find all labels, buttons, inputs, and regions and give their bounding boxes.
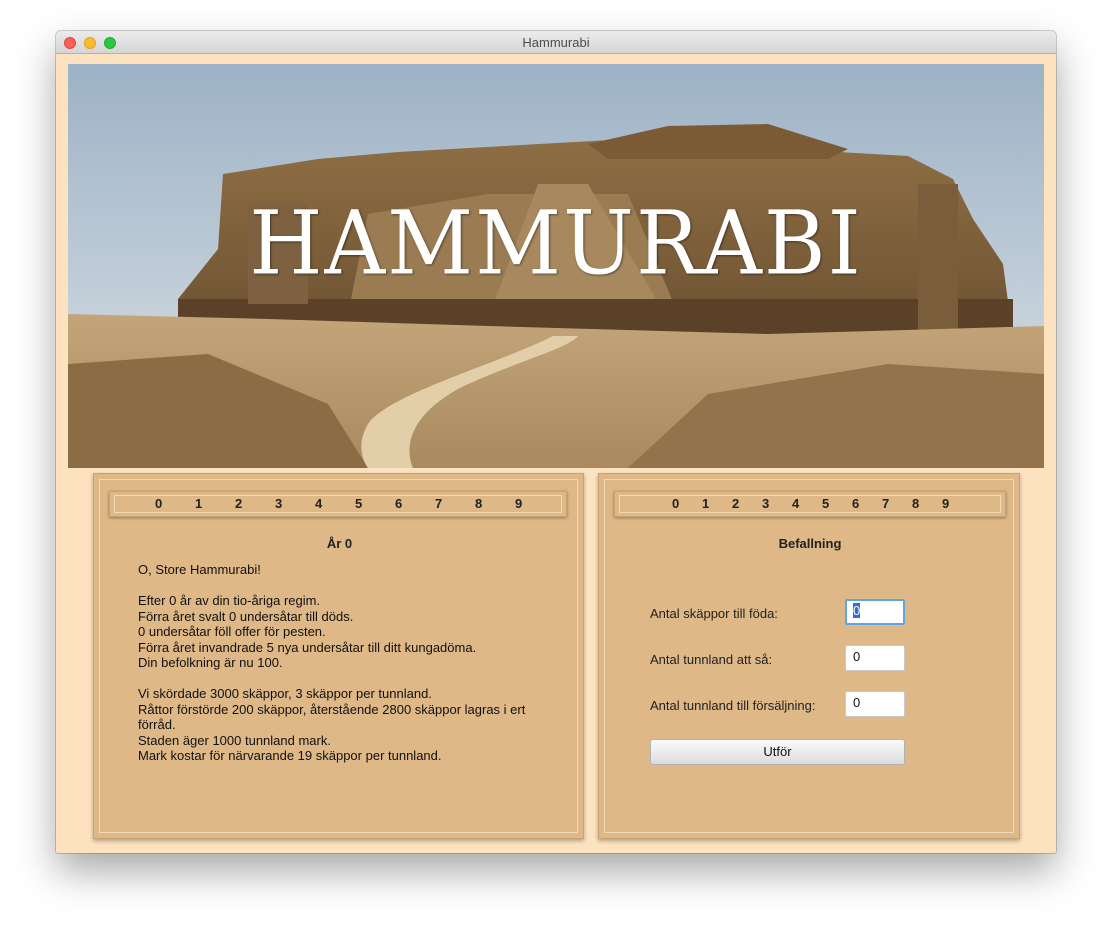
- year-digit: 4: [315, 496, 323, 511]
- year-digit: 7: [882, 496, 890, 511]
- food-input[interactable]: 0: [845, 599, 905, 625]
- window-title: Hammurabi: [522, 35, 590, 50]
- report-population: Efter 0 år av din tio-åriga regim. Förra…: [138, 593, 477, 670]
- year-digit: 1: [195, 496, 203, 511]
- sow-label: Antal tunnland att så:: [650, 652, 773, 667]
- food-input-value: 0: [853, 603, 861, 618]
- year-report: O, Store Hammurabi! Efter 0 år av din ti…: [138, 562, 538, 764]
- command-panel: 0 1 2 3 4 5 6 7 8 9 Befallning Antal skä…: [598, 473, 1020, 839]
- year-digit: 0: [155, 496, 163, 511]
- year-heading: År 0: [326, 536, 353, 551]
- year-digit: 9: [515, 496, 523, 511]
- food-label: Antal skäppor till föda:: [650, 606, 778, 621]
- command-heading: Befallning: [778, 536, 842, 551]
- app-window: Hammurabi HAMMURABI 0 1 2 3 4 5 6 7 8 9 …: [56, 31, 1056, 853]
- year-digit: 1: [702, 496, 710, 511]
- report-harvest: Vi skördade 3000 skäppor, 3 skäppor per …: [138, 686, 526, 763]
- year-track-left: 0 1 2 3 4 5 6 7 8 9: [109, 491, 567, 517]
- year-track-right: 0 1 2 3 4 5 6 7 8 9: [614, 491, 1006, 517]
- report-panel: 0 1 2 3 4 5 6 7 8 9 År 0 O, Store Hammur…: [93, 473, 584, 839]
- year-digit: 7: [435, 496, 443, 511]
- sell-label: Antal tunnland till försäljning:: [650, 698, 816, 713]
- year-digit: 9: [942, 496, 950, 511]
- year-digit: 5: [822, 496, 830, 511]
- sell-input[interactable]: 0: [845, 691, 905, 717]
- year-digit: 2: [235, 496, 243, 511]
- report-greeting: O, Store Hammurabi!: [138, 562, 261, 577]
- banner-title: HAMMURABI: [249, 191, 863, 295]
- sow-input[interactable]: 0: [845, 645, 905, 671]
- ziggurat-banner: HAMMURABI: [68, 64, 1044, 468]
- year-digit: 6: [852, 496, 860, 511]
- year-digit: 8: [912, 496, 920, 511]
- year-digit: 5: [355, 496, 363, 511]
- year-digit: 6: [395, 496, 403, 511]
- title-bar[interactable]: Hammurabi: [56, 31, 1056, 54]
- execute-button[interactable]: Utför: [650, 739, 905, 765]
- year-digit: 0: [672, 496, 680, 511]
- year-digit: 3: [762, 496, 770, 511]
- year-digit: 2: [732, 496, 740, 511]
- year-digit: 3: [275, 496, 283, 511]
- year-digit: 8: [475, 496, 483, 511]
- year-digit: 4: [792, 496, 800, 511]
